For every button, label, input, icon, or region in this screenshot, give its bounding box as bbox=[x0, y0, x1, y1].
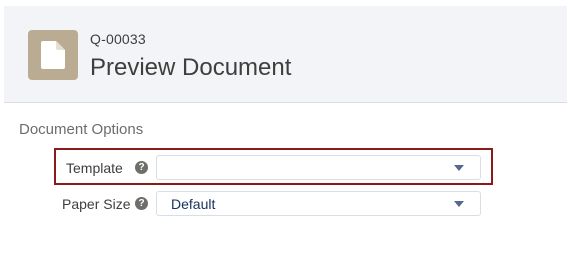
template-help-icon[interactable]: ? bbox=[135, 161, 148, 174]
template-select[interactable] bbox=[156, 155, 481, 180]
section-title: Document Options bbox=[19, 121, 144, 138]
paper-size-help-icon[interactable]: ? bbox=[135, 197, 148, 210]
document-icon bbox=[28, 30, 78, 80]
chevron-down-icon bbox=[454, 165, 464, 171]
paper-size-label: Paper Size bbox=[62, 196, 131, 212]
paper-size-select[interactable]: Default bbox=[156, 191, 481, 216]
chevron-down-icon bbox=[454, 201, 464, 207]
template-label: Template bbox=[66, 160, 123, 176]
record-id: Q-00033 bbox=[90, 31, 146, 47]
page-title: Preview Document bbox=[90, 54, 292, 81]
paper-size-select-value: Default bbox=[171, 196, 216, 212]
page-header: Q-00033 Preview Document bbox=[4, 6, 567, 103]
